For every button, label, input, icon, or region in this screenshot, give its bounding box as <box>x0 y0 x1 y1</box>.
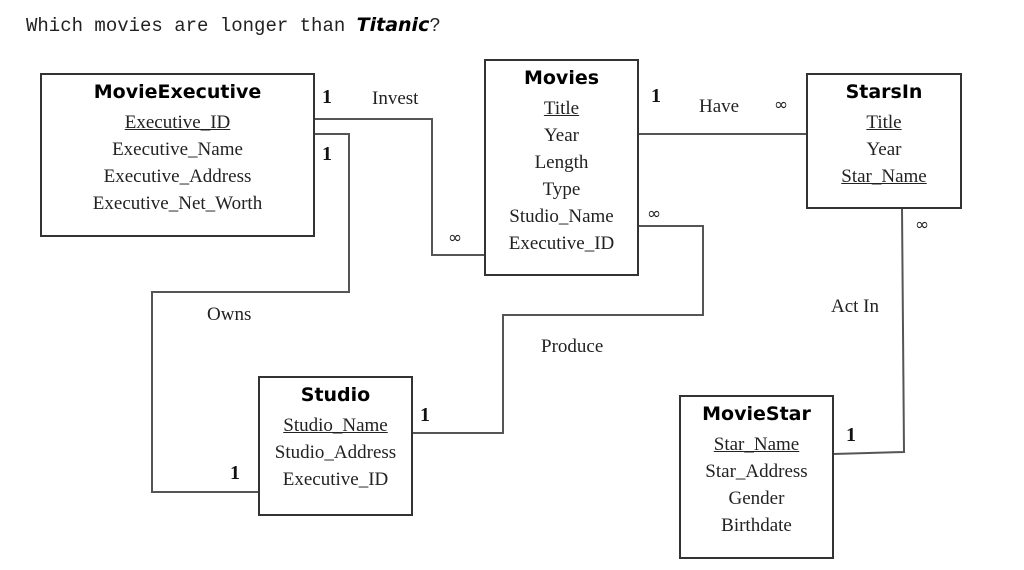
attribute-length: Length <box>534 152 589 173</box>
cardinality-produce-studio: 1 <box>420 404 430 426</box>
attribute-studio-name: Studio_Name <box>283 415 388 436</box>
cardinality-act-in-moviestar: 1 <box>846 424 856 446</box>
cardinality-have-starsin: ∞ <box>774 95 789 115</box>
attribute-year: Year <box>543 125 579 146</box>
entity-movie-star: MovieStar Star_Name Star_Address Gender … <box>679 395 834 559</box>
entity-stars-in: StarsIn Title Year Star_Name <box>806 73 962 209</box>
entity-movie-executive: MovieExecutive Executive_ID Executive_Na… <box>40 73 315 237</box>
attribute-executive-net-worth: Executive_Net_Worth <box>92 193 263 214</box>
attribute-year: Year <box>866 139 902 160</box>
entity-name: StarsIn <box>845 81 923 103</box>
attribute-star-address: Star_Address <box>705 461 808 482</box>
act-in-line <box>832 207 906 455</box>
attribute-executive-address: Executive_Address <box>103 166 252 187</box>
attribute-executive-id: Executive_ID <box>124 112 231 133</box>
attribute-title: Title <box>866 112 902 133</box>
entity-name: Movies <box>523 67 600 89</box>
attribute-studio-name: Studio_Name <box>509 206 614 227</box>
attribute-birthdate: Birthdate <box>721 515 792 536</box>
relationship-label-owns: Owns <box>207 304 252 325</box>
attribute-executive-id: Executive_ID <box>508 233 615 254</box>
entity-studio: Studio Studio_Name Studio_Address Execut… <box>258 376 413 516</box>
cardinality-produce-movies: ∞ <box>647 204 662 224</box>
relationship-label-produce: Produce <box>541 336 604 357</box>
entity-name: Studio <box>300 384 371 406</box>
attribute-title: Title <box>543 98 580 119</box>
attribute-studio-address: Studio_Address <box>274 442 397 463</box>
cardinality-act-in-starsin: ∞ <box>915 215 930 235</box>
attribute-star-name: Star_Name <box>841 166 927 187</box>
entity-name: MovieStar <box>702 403 811 425</box>
relationship-label-act-in: Act In <box>831 296 880 317</box>
cardinality-invest-executive: 1 <box>322 86 332 108</box>
relationship-label-invest: Invest <box>372 88 419 109</box>
attribute-star-name: Star_Name <box>713 434 800 455</box>
cardinality-owns-studio: 1 <box>230 462 240 484</box>
entity-movies: Movies Title Year Length Type Studio_Nam… <box>484 59 639 276</box>
cardinality-have-movies: 1 <box>651 85 661 107</box>
relationship-label-have: Have <box>699 96 740 117</box>
attribute-executive-id: Executive_ID <box>282 469 389 490</box>
cardinality-invest-movies: ∞ <box>448 228 463 248</box>
entity-name: MovieExecutive <box>93 81 262 103</box>
attribute-type: Type <box>542 179 581 200</box>
cardinality-owns-executive: 1 <box>322 143 332 165</box>
attribute-executive-name: Executive_Name <box>112 139 243 160</box>
attribute-gender: Gender <box>728 488 785 509</box>
